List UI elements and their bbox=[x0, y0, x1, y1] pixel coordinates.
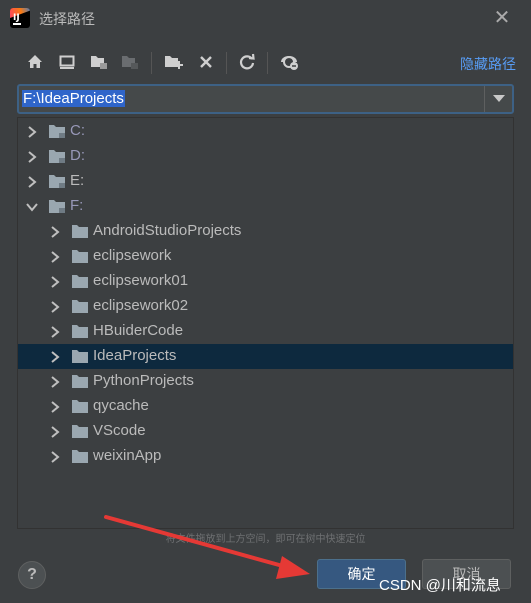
home-icon[interactable] bbox=[23, 50, 47, 74]
chevron-right-icon[interactable] bbox=[48, 350, 62, 364]
tree-item-folder[interactable]: AndroidStudioProjects bbox=[18, 219, 513, 244]
tree-item-label: IdeaProjects bbox=[93, 347, 177, 364]
directory-tree[interactable]: C: D: E: F: AndroidStudioProjects eclipsework… bbox=[17, 117, 514, 529]
watermark: CSDN @川和流息 bbox=[379, 577, 501, 594]
delete-icon[interactable] bbox=[194, 50, 218, 74]
chevron-down-icon[interactable] bbox=[25, 200, 39, 214]
drive-icon bbox=[48, 173, 66, 189]
folder-icon bbox=[71, 348, 89, 364]
tree-item-folder[interactable]: HBuiderCode bbox=[18, 319, 513, 344]
chevron-right-icon[interactable] bbox=[48, 375, 62, 389]
help-button[interactable]: ? bbox=[18, 561, 46, 589]
toolbar-separator bbox=[151, 52, 152, 74]
title-bar: IJ 选择路径 ✕ bbox=[0, 0, 531, 36]
tree-item-folder[interactable]: IdeaProjects bbox=[18, 344, 513, 369]
chevron-right-icon[interactable] bbox=[48, 425, 62, 439]
folder-icon bbox=[71, 273, 89, 289]
tree-item-folder[interactable]: eclipsework bbox=[18, 244, 513, 269]
toolbar-separator bbox=[267, 52, 268, 74]
tree-item-label: HBuiderCode bbox=[93, 322, 184, 339]
folder-icon bbox=[71, 223, 89, 239]
chevron-right-icon[interactable] bbox=[48, 450, 62, 464]
toolbar-separator bbox=[226, 52, 227, 74]
refresh-icon[interactable] bbox=[235, 50, 259, 74]
module-folder-icon[interactable] bbox=[118, 50, 142, 74]
chevron-right-icon[interactable] bbox=[48, 300, 62, 314]
drive-icon bbox=[48, 123, 66, 139]
tree-item-label: C: bbox=[70, 122, 85, 139]
tree-item-label: PythonProjects bbox=[93, 372, 194, 389]
folder-icon bbox=[71, 373, 89, 389]
tree-item-label: eclipsework bbox=[93, 247, 172, 264]
chevron-right-icon[interactable] bbox=[48, 250, 62, 264]
drag-hint: 将文件拖放到上方空间，即可在树中快速定位 bbox=[165, 534, 366, 545]
toolbar bbox=[20, 48, 520, 78]
chevron-down-icon[interactable] bbox=[484, 86, 512, 112]
chevron-right-icon[interactable] bbox=[25, 150, 39, 164]
drive-icon bbox=[48, 148, 66, 164]
new-folder-icon[interactable] bbox=[162, 50, 186, 74]
drive-icon bbox=[48, 198, 66, 214]
tree-item-label: weixinApp bbox=[93, 447, 162, 464]
folder-icon bbox=[71, 248, 89, 264]
folder-icon bbox=[71, 298, 89, 314]
tree-item-folder[interactable]: eclipsework01 bbox=[18, 269, 513, 294]
chevron-right-icon[interactable] bbox=[48, 400, 62, 414]
tree-item-drive[interactable]: E: bbox=[18, 169, 513, 194]
hide-path-link[interactable]: 隐藏路径 bbox=[460, 54, 516, 74]
chevron-right-icon[interactable] bbox=[25, 125, 39, 139]
tree-item-folder[interactable]: VScode bbox=[18, 419, 513, 444]
chevron-right-icon[interactable] bbox=[48, 325, 62, 339]
chevron-right-icon[interactable] bbox=[48, 275, 62, 289]
intellij-idea-icon: IJ bbox=[10, 8, 30, 28]
folder-icon bbox=[71, 423, 89, 439]
tree-item-label: E: bbox=[70, 172, 85, 189]
close-icon[interactable]: ✕ bbox=[491, 6, 513, 28]
desktop-icon[interactable] bbox=[55, 50, 79, 74]
tree-item-label: eclipsework01 bbox=[93, 272, 189, 289]
path-input[interactable]: F:\IdeaProjects bbox=[22, 88, 125, 110]
tree-item-label: F: bbox=[70, 197, 84, 214]
project-folder-icon[interactable] bbox=[87, 50, 111, 74]
tree-item-label: eclipsework02 bbox=[93, 297, 189, 314]
chevron-right-icon[interactable] bbox=[48, 225, 62, 239]
tree-item-folder[interactable]: PythonProjects bbox=[18, 369, 513, 394]
tree-item-label: qycache bbox=[93, 397, 149, 414]
tree-item-folder[interactable]: weixinApp bbox=[18, 444, 513, 469]
folder-icon bbox=[71, 323, 89, 339]
tree-item-drive[interactable]: D: bbox=[18, 144, 513, 169]
show-hidden-icon[interactable] bbox=[278, 50, 302, 74]
tree-item-drive[interactable]: C: bbox=[18, 119, 513, 144]
tree-item-label: VScode bbox=[93, 422, 146, 439]
dialog-title: 选择路径 bbox=[39, 11, 95, 27]
folder-icon bbox=[71, 448, 89, 464]
path-combobox[interactable]: F:\IdeaProjects bbox=[17, 84, 514, 114]
tree-item-drive[interactable]: F: bbox=[18, 194, 513, 219]
tree-item-folder[interactable]: eclipsework02 bbox=[18, 294, 513, 319]
folder-icon bbox=[71, 398, 89, 414]
tree-item-label: AndroidStudioProjects bbox=[93, 222, 242, 239]
chevron-right-icon[interactable] bbox=[25, 175, 39, 189]
tree-item-label: D: bbox=[70, 147, 85, 164]
tree-item-folder[interactable]: qycache bbox=[18, 394, 513, 419]
